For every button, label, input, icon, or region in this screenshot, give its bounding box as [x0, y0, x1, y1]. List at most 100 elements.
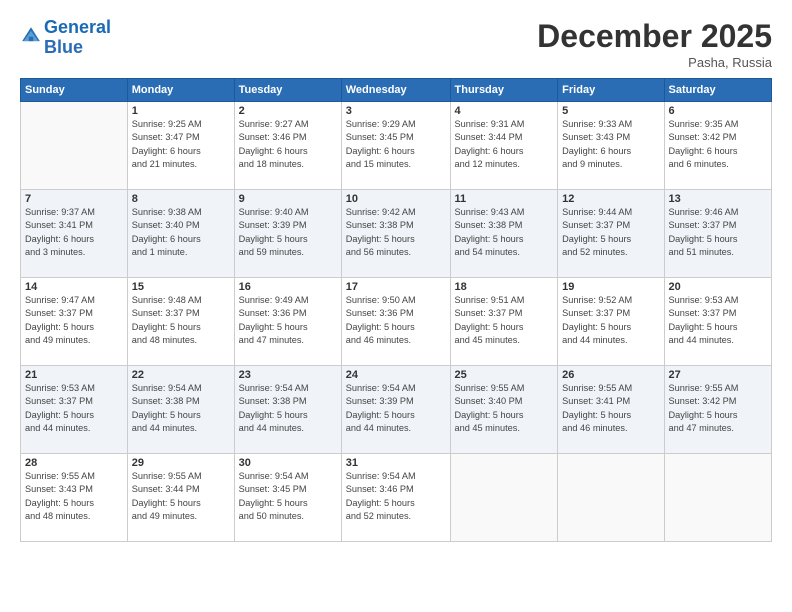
day-info: Sunrise: 9:54 AMSunset: 3:39 PMDaylight:… [346, 382, 446, 435]
day-number: 29 [132, 457, 230, 469]
header-saturday: Saturday [664, 79, 772, 102]
table-row: 27Sunrise: 9:55 AMSunset: 3:42 PMDayligh… [664, 366, 772, 454]
day-number: 18 [455, 281, 554, 293]
day-number: 13 [669, 193, 768, 205]
logo: General Blue [20, 18, 111, 58]
day-number: 27 [669, 369, 768, 381]
day-info: Sunrise: 9:54 AMSunset: 3:38 PMDaylight:… [239, 382, 337, 435]
day-info: Sunrise: 9:33 AMSunset: 3:43 PMDaylight:… [562, 118, 659, 171]
table-row: 8Sunrise: 9:38 AMSunset: 3:40 PMDaylight… [127, 190, 234, 278]
day-number: 1 [132, 105, 230, 117]
day-info: Sunrise: 9:55 AMSunset: 3:44 PMDaylight:… [132, 470, 230, 523]
table-row: 11Sunrise: 9:43 AMSunset: 3:38 PMDayligh… [450, 190, 558, 278]
table-row: 23Sunrise: 9:54 AMSunset: 3:38 PMDayligh… [234, 366, 341, 454]
day-info: Sunrise: 9:37 AMSunset: 3:41 PMDaylight:… [25, 206, 123, 259]
day-number: 9 [239, 193, 337, 205]
logo-icon [20, 25, 42, 47]
day-number: 23 [239, 369, 337, 381]
table-row: 17Sunrise: 9:50 AMSunset: 3:36 PMDayligh… [341, 278, 450, 366]
day-number: 31 [346, 457, 446, 469]
day-number: 2 [239, 105, 337, 117]
header-monday: Monday [127, 79, 234, 102]
table-row: 14Sunrise: 9:47 AMSunset: 3:37 PMDayligh… [21, 278, 128, 366]
logo-text-general: General [44, 18, 111, 38]
day-info: Sunrise: 9:54 AMSunset: 3:38 PMDaylight:… [132, 382, 230, 435]
day-number: 3 [346, 105, 446, 117]
table-row: 21Sunrise: 9:53 AMSunset: 3:37 PMDayligh… [21, 366, 128, 454]
day-info: Sunrise: 9:29 AMSunset: 3:45 PMDaylight:… [346, 118, 446, 171]
day-number: 26 [562, 369, 659, 381]
header-tuesday: Tuesday [234, 79, 341, 102]
day-info: Sunrise: 9:35 AMSunset: 3:42 PMDaylight:… [669, 118, 768, 171]
table-row: 18Sunrise: 9:51 AMSunset: 3:37 PMDayligh… [450, 278, 558, 366]
table-row: 19Sunrise: 9:52 AMSunset: 3:37 PMDayligh… [558, 278, 664, 366]
calendar-table: Sunday Monday Tuesday Wednesday Thursday… [20, 78, 772, 542]
day-info: Sunrise: 9:40 AMSunset: 3:39 PMDaylight:… [239, 206, 337, 259]
day-info: Sunrise: 9:52 AMSunset: 3:37 PMDaylight:… [562, 294, 659, 347]
table-row [558, 454, 664, 542]
table-row: 5Sunrise: 9:33 AMSunset: 3:43 PMDaylight… [558, 102, 664, 190]
day-number: 8 [132, 193, 230, 205]
day-info: Sunrise: 9:25 AMSunset: 3:47 PMDaylight:… [132, 118, 230, 171]
day-info: Sunrise: 9:55 AMSunset: 3:40 PMDaylight:… [455, 382, 554, 435]
table-row: 15Sunrise: 9:48 AMSunset: 3:37 PMDayligh… [127, 278, 234, 366]
table-row [664, 454, 772, 542]
day-info: Sunrise: 9:53 AMSunset: 3:37 PMDaylight:… [669, 294, 768, 347]
day-info: Sunrise: 9:53 AMSunset: 3:37 PMDaylight:… [25, 382, 123, 435]
table-row: 9Sunrise: 9:40 AMSunset: 3:39 PMDaylight… [234, 190, 341, 278]
location: Pasha, Russia [537, 55, 772, 70]
day-info: Sunrise: 9:55 AMSunset: 3:42 PMDaylight:… [669, 382, 768, 435]
header-sunday: Sunday [21, 79, 128, 102]
day-number: 21 [25, 369, 123, 381]
table-row: 31Sunrise: 9:54 AMSunset: 3:46 PMDayligh… [341, 454, 450, 542]
day-number: 12 [562, 193, 659, 205]
title-block: December 2025 Pasha, Russia [537, 18, 772, 70]
day-number: 11 [455, 193, 554, 205]
month-title: December 2025 [537, 18, 772, 55]
table-row: 10Sunrise: 9:42 AMSunset: 3:38 PMDayligh… [341, 190, 450, 278]
day-info: Sunrise: 9:47 AMSunset: 3:37 PMDaylight:… [25, 294, 123, 347]
day-number: 30 [239, 457, 337, 469]
table-row: 6Sunrise: 9:35 AMSunset: 3:42 PMDaylight… [664, 102, 772, 190]
day-info: Sunrise: 9:50 AMSunset: 3:36 PMDaylight:… [346, 294, 446, 347]
table-row: 16Sunrise: 9:49 AMSunset: 3:36 PMDayligh… [234, 278, 341, 366]
day-number: 14 [25, 281, 123, 293]
day-number: 16 [239, 281, 337, 293]
day-info: Sunrise: 9:49 AMSunset: 3:36 PMDaylight:… [239, 294, 337, 347]
header-thursday: Thursday [450, 79, 558, 102]
day-number: 24 [346, 369, 446, 381]
day-info: Sunrise: 9:43 AMSunset: 3:38 PMDaylight:… [455, 206, 554, 259]
day-info: Sunrise: 9:27 AMSunset: 3:46 PMDaylight:… [239, 118, 337, 171]
table-row [21, 102, 128, 190]
table-row: 4Sunrise: 9:31 AMSunset: 3:44 PMDaylight… [450, 102, 558, 190]
table-row: 12Sunrise: 9:44 AMSunset: 3:37 PMDayligh… [558, 190, 664, 278]
day-number: 20 [669, 281, 768, 293]
table-row: 13Sunrise: 9:46 AMSunset: 3:37 PMDayligh… [664, 190, 772, 278]
day-number: 7 [25, 193, 123, 205]
day-info: Sunrise: 9:38 AMSunset: 3:40 PMDaylight:… [132, 206, 230, 259]
table-row: 3Sunrise: 9:29 AMSunset: 3:45 PMDaylight… [341, 102, 450, 190]
table-row: 29Sunrise: 9:55 AMSunset: 3:44 PMDayligh… [127, 454, 234, 542]
calendar-week-row: 7Sunrise: 9:37 AMSunset: 3:41 PMDaylight… [21, 190, 772, 278]
header-wednesday: Wednesday [341, 79, 450, 102]
day-info: Sunrise: 9:42 AMSunset: 3:38 PMDaylight:… [346, 206, 446, 259]
day-number: 10 [346, 193, 446, 205]
day-number: 6 [669, 105, 768, 117]
day-number: 25 [455, 369, 554, 381]
calendar-week-row: 28Sunrise: 9:55 AMSunset: 3:43 PMDayligh… [21, 454, 772, 542]
calendar-header-row: Sunday Monday Tuesday Wednesday Thursday… [21, 79, 772, 102]
day-info: Sunrise: 9:48 AMSunset: 3:37 PMDaylight:… [132, 294, 230, 347]
logo-text-blue: Blue [44, 38, 111, 58]
table-row: 28Sunrise: 9:55 AMSunset: 3:43 PMDayligh… [21, 454, 128, 542]
day-info: Sunrise: 9:31 AMSunset: 3:44 PMDaylight:… [455, 118, 554, 171]
table-row: 26Sunrise: 9:55 AMSunset: 3:41 PMDayligh… [558, 366, 664, 454]
day-number: 22 [132, 369, 230, 381]
day-number: 5 [562, 105, 659, 117]
table-row: 2Sunrise: 9:27 AMSunset: 3:46 PMDaylight… [234, 102, 341, 190]
calendar-week-row: 1Sunrise: 9:25 AMSunset: 3:47 PMDaylight… [21, 102, 772, 190]
day-info: Sunrise: 9:44 AMSunset: 3:37 PMDaylight:… [562, 206, 659, 259]
header: General Blue December 2025 Pasha, Russia [20, 18, 772, 70]
table-row: 7Sunrise: 9:37 AMSunset: 3:41 PMDaylight… [21, 190, 128, 278]
day-number: 19 [562, 281, 659, 293]
day-number: 15 [132, 281, 230, 293]
